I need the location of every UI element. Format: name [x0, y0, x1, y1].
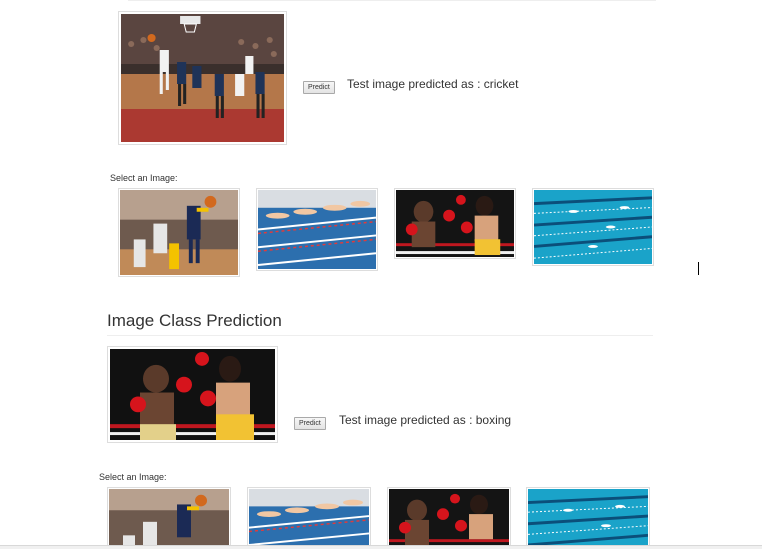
prediction-result: Test image predicted as : cricket	[347, 77, 519, 91]
select-image-label: Select an Image:	[99, 472, 167, 482]
basketball-photo	[120, 190, 238, 275]
thumbnail-basketball[interactable]	[118, 188, 240, 277]
section-divider	[107, 335, 653, 336]
boxing-punch-photo	[389, 489, 509, 545]
thumbnail-basketball[interactable]	[107, 487, 231, 547]
test-image-frame	[107, 346, 278, 443]
text-cursor	[698, 262, 699, 275]
boxing-punch-photo	[396, 190, 514, 257]
basketball-dunk-image	[121, 14, 284, 142]
thumbnail-swimmers-diving[interactable]	[256, 188, 378, 271]
swimmers-diving-photo	[249, 489, 369, 545]
predict-button[interactable]: Predict	[294, 417, 326, 430]
bottom-scroll-edge	[0, 545, 762, 549]
thumbnail-boxing[interactable]	[394, 188, 516, 259]
prediction-result: Test image predicted as : boxing	[339, 413, 512, 427]
basketball-photo	[109, 489, 229, 545]
section-divider	[128, 0, 656, 1]
thumbnail-boxing[interactable]	[387, 487, 511, 547]
swimmers-diving-photo	[258, 190, 376, 269]
swimming-pool-photo	[534, 190, 652, 264]
thumbnail-swimming-pool[interactable]	[532, 188, 654, 266]
swimming-pool-photo	[528, 489, 648, 545]
predict-button[interactable]: Predict	[303, 81, 335, 94]
page: Predict Test image predicted as : cricke…	[0, 0, 762, 549]
thumbnail-swimming-pool[interactable]	[526, 487, 650, 547]
thumbnail-swimmers-diving[interactable]	[247, 487, 371, 547]
test-image-frame	[118, 11, 287, 145]
section-heading: Image Class Prediction	[107, 311, 282, 330]
boxing-punch-image	[110, 349, 275, 440]
select-image-label: Select an Image:	[110, 173, 178, 183]
